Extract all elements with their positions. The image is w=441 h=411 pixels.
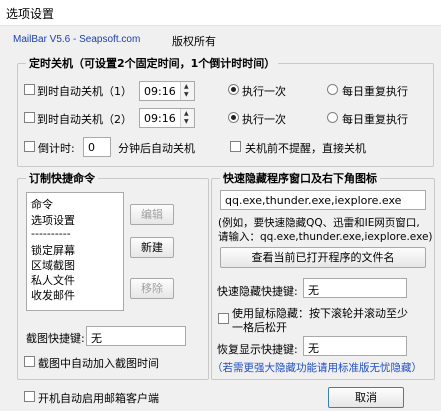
list-item[interactable]: ---------- [31,227,71,240]
list-item[interactable]: 收发邮件 [31,287,75,303]
window-title: 选项设置 [6,7,55,21]
list-item[interactable]: 锁定屏幕 [31,242,75,258]
timer2-label: 到时自动关机（2） [37,113,132,126]
screenshot-hotkey-input[interactable]: 无 [86,326,186,346]
mouse-hide-line2: 一格后松开 [232,321,287,334]
spin-up-icon: ▲ [184,110,189,117]
upgrade-note[interactable]: （若需更强大隐藏功能请用标准版无忧隐藏） [212,360,422,375]
no-prompt-checkbox[interactable] [230,141,241,152]
edit-button[interactable]: 编辑 [130,204,174,225]
countdown-suffix: 分钟后自动关机 [118,142,195,155]
hide-hint-line2: 请输入：qq.exe,thunder.exe,iexplore.exe) [218,231,433,243]
timer2-time-input[interactable]: 09:16 ▲ ▼ [139,108,195,128]
spin-down-icon: ▼ [184,118,189,125]
list-item[interactable]: 私人文件 [31,272,75,288]
timer2-checkbox[interactable] [24,112,35,123]
timer1-time-input[interactable]: 09:16 ▲ ▼ [139,81,195,101]
no-prompt-label: 关机前不提醒，直接关机 [245,142,366,155]
add-time-label: 截图中自动加入截图时间 [38,357,159,370]
timer2-daily-label: 每日重复执行 [342,113,408,126]
hide-hotkey-input[interactable]: 无 [303,278,407,298]
countdown-input[interactable]: 0 [83,137,111,157]
hide-programs-input[interactable]: qq.exe,thunder.exe,iexplore.exe [220,190,426,210]
title-bar: 选项设置 [0,0,441,26]
list-item[interactable]: 选项设置 [31,212,75,228]
timer2-once-label: 执行一次 [242,113,286,126]
spin-down-icon: ▼ [184,91,189,98]
info-bar: MailBar V5.6 - Seapsoft.com 版权所有 [0,26,441,52]
timer1-checkbox[interactable] [24,84,35,95]
timer1-label: 到时自动关机（1） [37,85,132,98]
shortcuts-legend: 订制快捷命令 [29,172,95,185]
timer2-once-radio[interactable] [228,112,239,123]
spin-up-icon: ▲ [184,83,189,90]
new-button[interactable]: 新建 [130,237,174,258]
hide-hint-line1: (例如，要快速隐藏QQ、迅雷和IE网页窗口, [218,217,420,229]
shortcut-list[interactable]: 命令 选项设置 ---------- 锁定屏幕 区域截图 私人文件 收发邮件 [26,192,124,311]
autostart-checkbox[interactable] [24,391,35,402]
timer2-spinner[interactable]: ▲ ▼ [180,109,194,127]
view-programs-button[interactable]: 查看当前已打开程序的文件名 [220,247,426,268]
restore-hotkey-input[interactable]: 无 [303,336,407,356]
timer1-time-value: 09:16 [144,85,176,98]
copyright-label: 版权所有 [172,35,216,48]
countdown-label: 倒计时: [38,142,75,155]
timer1-once-label: 执行一次 [242,85,286,98]
list-item[interactable]: 命令 [31,196,53,212]
screenshot-hotkey-label: 截图快捷键: [26,332,85,345]
list-item[interactable]: 区域截图 [31,257,75,273]
timer2-daily-radio[interactable] [327,112,338,123]
timer1-daily-label: 每日重复执行 [342,85,408,98]
remove-button[interactable]: 移除 [130,278,174,299]
mouse-hide-checkbox[interactable] [218,313,229,324]
timer1-daily-radio[interactable] [327,84,338,95]
timer1-spinner[interactable]: ▲ ▼ [180,82,194,100]
restore-hotkey-label: 恢复显示快捷键: [217,343,298,356]
hide-hotkey-label: 快速隐藏快捷键: [217,285,298,298]
timer-legend: 定时关机（可设置2个固定时间，1个倒计时时间） [29,57,276,70]
timer2-time-value: 09:16 [144,112,176,125]
add-time-checkbox[interactable] [24,356,35,367]
cancel-button[interactable]: 取消 [328,387,404,408]
hide-legend: 快速隐藏程序窗口及右下角图标 [223,172,377,185]
version-label: MailBar V5.6 - Seapsoft.com [13,34,141,45]
timer1-once-radio[interactable] [228,84,239,95]
countdown-checkbox[interactable] [24,141,35,152]
autostart-label: 开机自动启用邮箱客户端 [38,392,159,405]
